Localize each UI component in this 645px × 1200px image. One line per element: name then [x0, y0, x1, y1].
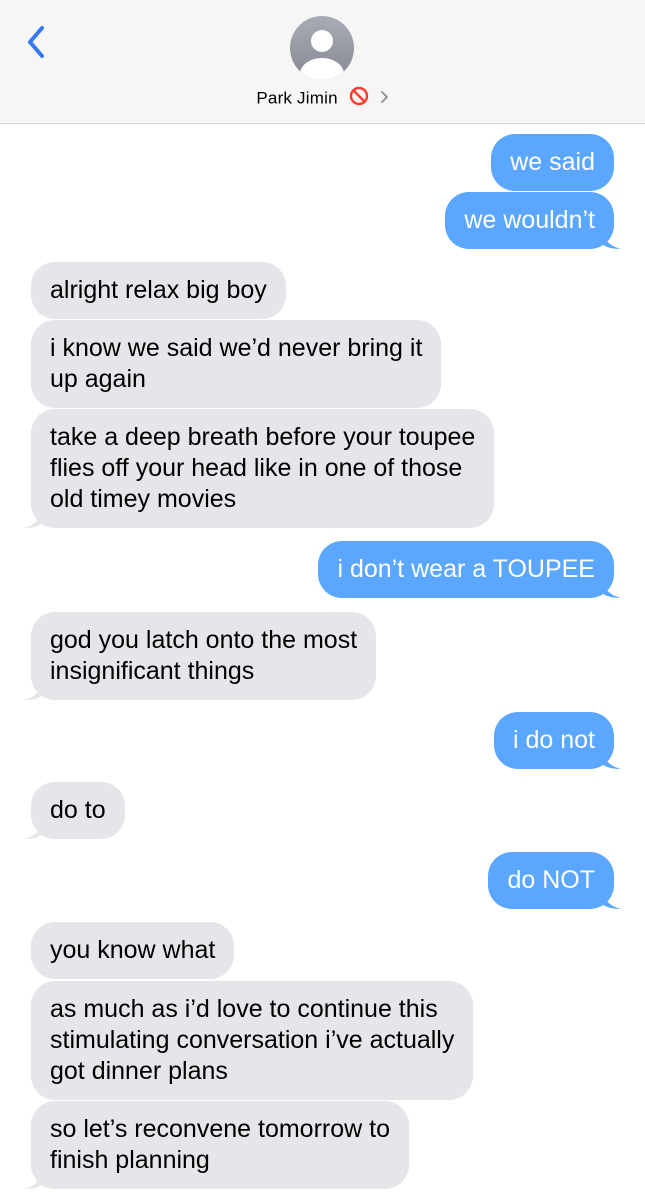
- message-line: i know we said we’d never bring it: [50, 334, 423, 362]
- message-line: so let’s reconvene tomorrow to: [50, 1115, 390, 1143]
- person-silhouette-icon: [300, 30, 344, 80]
- received-message[interactable]: you know what: [31, 922, 235, 979]
- message-line: flies off your head like in one of those: [50, 454, 463, 482]
- contact-name: Park Jimin: [256, 88, 338, 108]
- message-line: up again: [50, 365, 146, 393]
- sent-message[interactable]: we said: [491, 134, 614, 191]
- received-message[interactable]: do to: [24, 782, 125, 839]
- message-line: insignificant things: [50, 657, 255, 685]
- message-line: stimulating conversation i’ve actually: [50, 1026, 455, 1054]
- conversation-header: Park Jimin: [0, 0, 645, 124]
- message-text: do to: [50, 796, 106, 824]
- sent-message[interactable]: i do not: [493, 712, 621, 769]
- message-line: finish planning: [50, 1146, 210, 1174]
- received-message[interactable]: as much as i’d love to continue this sti…: [31, 981, 474, 1100]
- message-line: old timey movies: [50, 485, 237, 513]
- sent-message[interactable]: i don’t wear a TOUPEE: [318, 541, 621, 598]
- message-text: we wouldn’t: [464, 206, 595, 234]
- received-message[interactable]: so let’s reconvene tomorrow to finish pl…: [24, 1101, 409, 1189]
- message-line: take a deep breath before your toupee: [50, 423, 476, 451]
- back-button[interactable]: [22, 22, 52, 62]
- message-text: do NOT: [507, 866, 595, 894]
- message-line: got dinner plans: [50, 1057, 228, 1085]
- message-thread: we said we wouldn’t alright relax big bo…: [0, 124, 645, 1200]
- chevron-right-icon: [380, 89, 389, 109]
- message-text: alright relax big boy: [50, 276, 267, 304]
- message-text: you know what: [50, 936, 216, 964]
- contact-name-button[interactable]: Park Jimin: [0, 86, 645, 111]
- message-text: we said: [510, 148, 595, 176]
- message-line: god you latch onto the most: [50, 626, 358, 654]
- chevron-left-icon: [28, 26, 44, 58]
- received-message[interactable]: alright relax big boy: [31, 262, 286, 319]
- message-line: as much as i’d love to continue this: [50, 995, 438, 1023]
- message-text: i don’t wear a TOUPEE: [337, 555, 595, 583]
- sent-message[interactable]: do NOT: [488, 852, 621, 909]
- sent-message[interactable]: we wouldn’t: [445, 192, 621, 249]
- received-message[interactable]: take a deep breath before your toupee fl…: [24, 409, 495, 528]
- avatar[interactable]: [290, 16, 354, 80]
- received-message[interactable]: i know we said we’d never bring it up ag…: [31, 320, 442, 408]
- message-text: i do not: [512, 726, 595, 754]
- no-entry-icon: [349, 86, 369, 111]
- received-message[interactable]: god you latch onto the most insignifican…: [24, 612, 377, 700]
